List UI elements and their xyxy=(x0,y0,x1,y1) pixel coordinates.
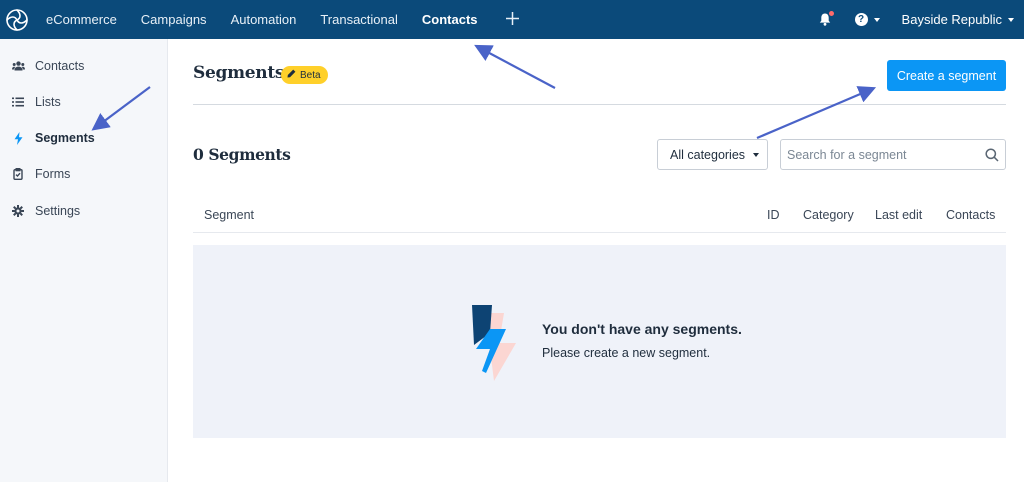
column-header-id[interactable]: ID xyxy=(767,208,780,222)
sidebar-item-label: Contacts xyxy=(35,59,85,73)
column-header-segment[interactable]: Segment xyxy=(204,208,254,222)
plus-icon[interactable] xyxy=(505,10,519,29)
list-icon xyxy=(11,95,25,109)
clipboard-icon xyxy=(11,167,25,181)
nav-item-ecommerce[interactable]: eCommerce xyxy=(46,12,117,27)
notification-dot xyxy=(828,11,834,16)
table-header-divider xyxy=(193,232,1006,233)
empty-state-subtitle: Please create a new segment. xyxy=(542,346,711,360)
segments-count: 0 Segments xyxy=(193,145,291,164)
sidebar-item-forms[interactable]: Forms xyxy=(0,164,167,184)
app-root: eCommerce Campaigns Automation Transacti… xyxy=(0,0,1024,482)
sidebar-item-settings[interactable]: Settings xyxy=(0,201,167,221)
annotation-arrow-contacts xyxy=(474,44,556,89)
account-menu[interactable]: Bayside Republic xyxy=(902,12,1014,27)
question-circle-icon: ? xyxy=(854,13,868,26)
nav-item-campaigns[interactable]: Campaigns xyxy=(141,12,207,27)
column-header-last-edit[interactable]: Last edit xyxy=(875,208,922,222)
search-box xyxy=(780,139,1006,170)
pencil-icon xyxy=(287,69,296,81)
account-name: Bayside Republic xyxy=(901,12,1002,27)
sidebar-item-label: Lists xyxy=(35,95,61,109)
column-header-category[interactable]: Category xyxy=(803,208,854,222)
lightning-illustration-icon xyxy=(464,301,524,386)
sidebar-item-segments[interactable]: Segments xyxy=(0,128,167,148)
sendinblue-logo-icon[interactable] xyxy=(2,5,32,35)
header-divider xyxy=(193,104,1006,105)
category-select-value: All categories xyxy=(670,147,746,162)
page-title: Segments xyxy=(193,63,285,83)
chevron-down-icon xyxy=(1008,17,1014,22)
top-nav: eCommerce Campaigns Automation Transacti… xyxy=(0,0,1024,39)
nav-item-contacts[interactable]: Contacts xyxy=(422,12,478,27)
chevron-down-icon xyxy=(753,152,760,157)
lightning-icon xyxy=(11,131,25,145)
nav-item-transactional[interactable]: Transactional xyxy=(320,12,398,27)
search-icon[interactable] xyxy=(985,148,999,167)
nav-right: ? Bayside Republic xyxy=(819,0,1014,39)
column-header-contacts[interactable]: Contacts xyxy=(946,208,995,222)
sidebar-item-label: Forms xyxy=(35,167,71,181)
empty-state-title: You don't have any segments. xyxy=(542,321,742,337)
search-input[interactable] xyxy=(787,140,977,169)
sidebar-item-contacts[interactable]: Contacts xyxy=(0,56,167,76)
sidebar: Contacts Lists Segments Forms Settings xyxy=(0,39,168,482)
sidebar-item-label: Settings xyxy=(35,204,81,218)
beta-badge: Beta xyxy=(281,66,328,84)
beta-badge-label: Beta xyxy=(300,69,321,81)
gear-icon xyxy=(11,204,25,218)
sidebar-item-label: Segments xyxy=(35,131,95,145)
help-menu[interactable]: ? xyxy=(854,13,880,26)
nav-items: eCommerce Campaigns Automation Transacti… xyxy=(46,0,519,39)
category-select[interactable]: All categories xyxy=(657,139,768,170)
chevron-down-icon xyxy=(873,17,880,22)
annotation-arrow-create xyxy=(756,86,877,140)
nav-item-automation[interactable]: Automation xyxy=(231,12,297,27)
create-segment-button[interactable]: Create a segment xyxy=(887,60,1006,91)
sidebar-item-lists[interactable]: Lists xyxy=(0,92,167,112)
bell-icon[interactable] xyxy=(819,11,834,26)
users-icon xyxy=(11,59,25,73)
empty-state: You don't have any segments. Please crea… xyxy=(193,245,1006,438)
